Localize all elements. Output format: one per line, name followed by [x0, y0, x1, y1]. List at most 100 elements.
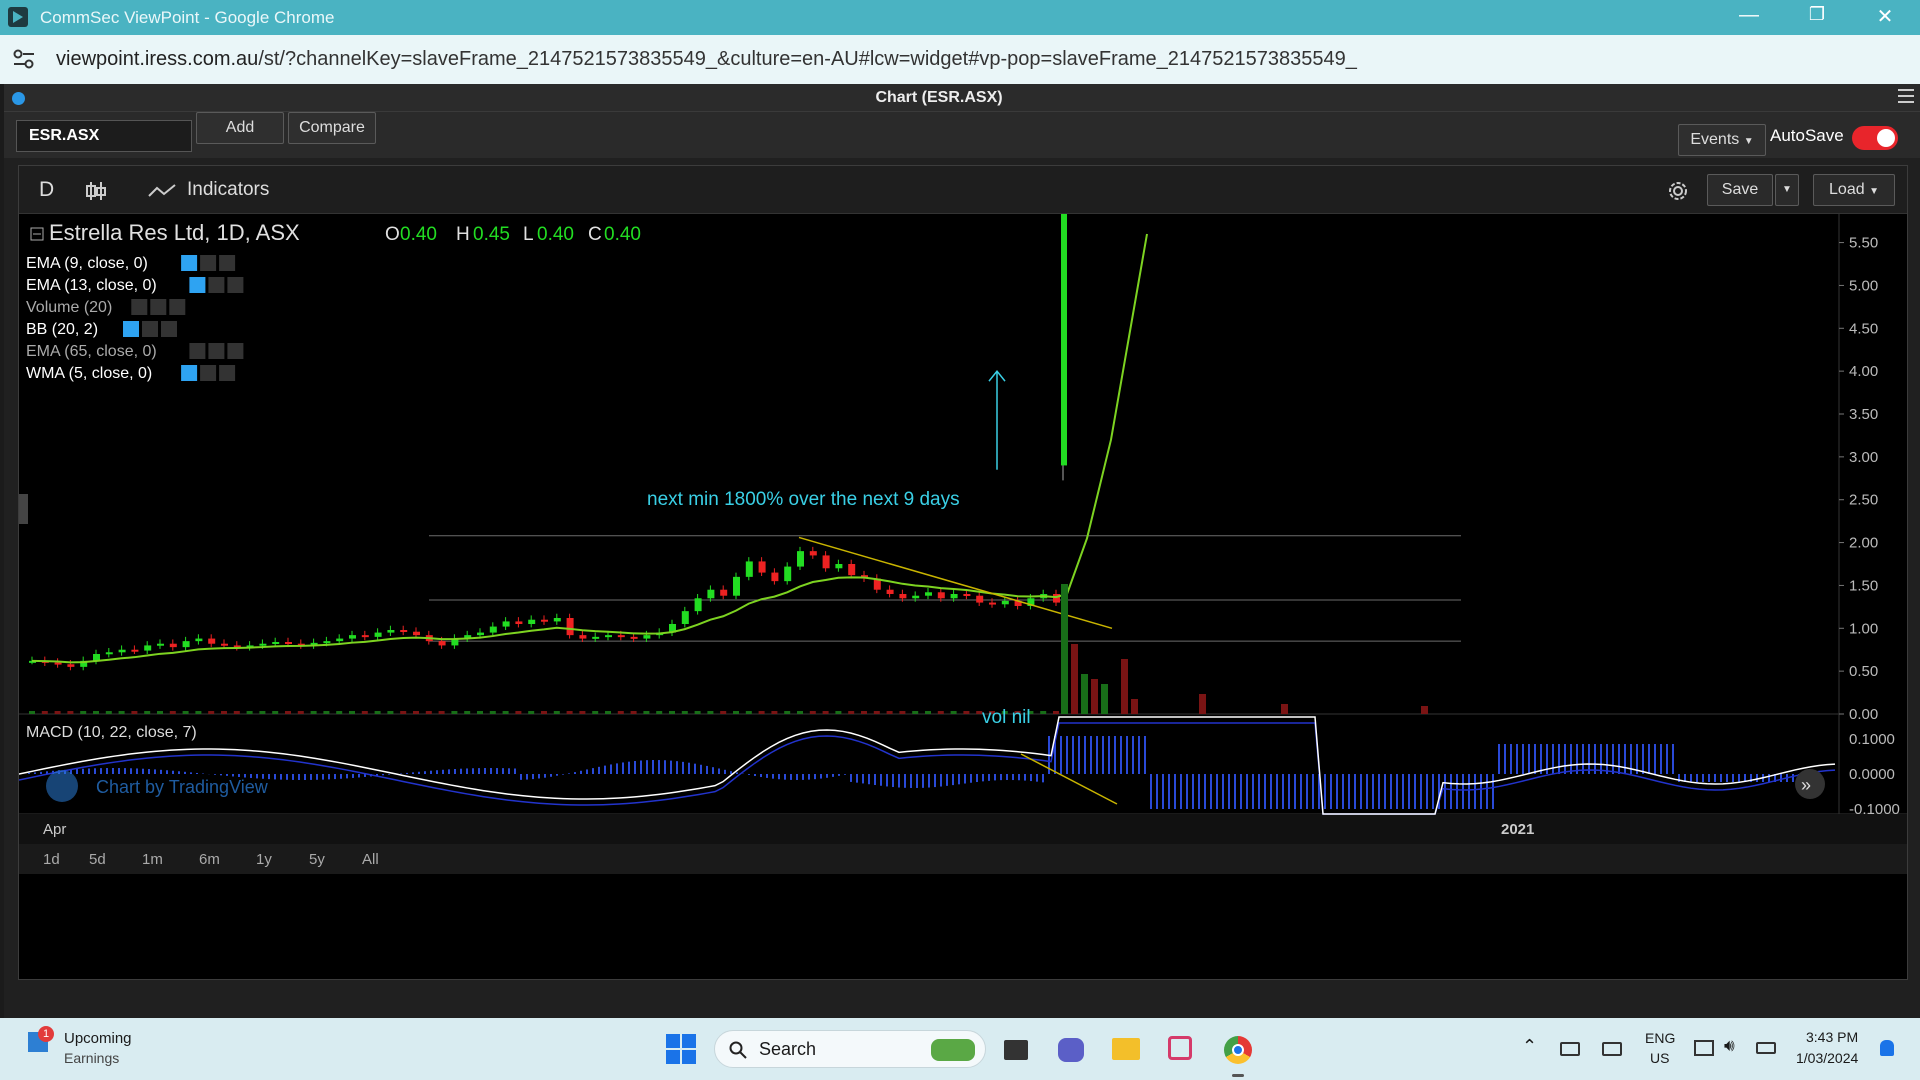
spike-candle [1061, 214, 1067, 466]
load-label: Load [1829, 181, 1865, 198]
volume-bar [1091, 679, 1098, 714]
price-tick-label: 0.00 [1849, 706, 1878, 723]
chevron-up-icon[interactable]: ⌃ [1522, 1036, 1537, 1057]
panel-menu-icon[interactable] [1898, 89, 1914, 103]
task-view-icon[interactable] [1004, 1040, 1028, 1060]
battery-icon[interactable] [1756, 1042, 1776, 1054]
pen-menu-icon[interactable] [1602, 1042, 1622, 1056]
indicator-legend-item[interactable]: WMA (5, close, 0) [26, 365, 236, 382]
load-dropdown[interactable]: Load ▼ [1813, 174, 1895, 206]
range-button-All[interactable]: All [362, 851, 379, 868]
candle [797, 551, 804, 567]
candle [118, 649, 126, 653]
remove-icon [219, 365, 236, 381]
chart-legend: Estrella Res Ltd, 1D, ASX O 0.40 H 0.45 … [26, 220, 641, 741]
indicator-legend-item[interactable]: EMA (65, close, 0) [26, 343, 244, 360]
volume-bar [515, 711, 522, 714]
volume-bar [873, 711, 880, 714]
candle [809, 551, 817, 556]
range-button-1m[interactable]: 1m [142, 851, 163, 868]
minimize-button[interactable]: — [1726, 4, 1772, 30]
candle [1001, 600, 1009, 605]
teams-icon[interactable] [1058, 1038, 1084, 1062]
language-label[interactable]: ENG [1645, 1030, 1675, 1046]
low-value: 0.40 [537, 224, 574, 245]
candle [361, 635, 369, 638]
volume-bar [566, 711, 573, 714]
restore-button[interactable]: ❐ [1794, 4, 1840, 30]
volume-bar [758, 711, 765, 714]
volume-bar [937, 711, 944, 714]
chart-style-icon[interactable] [85, 180, 107, 202]
events-dropdown[interactable]: Events ▼ [1678, 124, 1766, 156]
candle [387, 630, 395, 633]
indicators-button[interactable]: Indicators [187, 179, 269, 201]
volume-bar [1061, 584, 1068, 714]
indicator-legend-item[interactable]: EMA (13, close, 0) [26, 277, 244, 294]
volume-bar [733, 711, 739, 714]
candle [400, 630, 408, 632]
chrome-icon[interactable] [1224, 1036, 1252, 1064]
save-dropdown-button[interactable]: ▼ [1775, 174, 1799, 206]
site-settings-icon[interactable] [12, 48, 36, 70]
indicator-label: WMA (5, close, 0) [26, 365, 152, 382]
add-button[interactable]: Add [196, 112, 284, 144]
autosave-toggle[interactable] [1852, 126, 1898, 150]
close-button[interactable]: ✕ [1862, 4, 1908, 30]
search-icon [729, 1041, 747, 1059]
region-label: US [1650, 1050, 1670, 1066]
interval-button[interactable]: D [39, 178, 54, 202]
remove-icon [169, 299, 186, 315]
panel-header: Chart (ESR.ASX) [4, 84, 1920, 112]
symbol-input[interactable]: ESR.ASX [16, 120, 192, 152]
save-button[interactable]: Save [1707, 174, 1773, 206]
indicator-legend-item[interactable]: BB (20, 2) [26, 321, 177, 338]
price-tick-label: 4.00 [1849, 363, 1878, 380]
remove-icon [219, 255, 236, 271]
low-label: L [523, 224, 534, 245]
candle [784, 566, 792, 582]
volume-bar [477, 711, 483, 714]
display-icon[interactable] [1694, 1040, 1714, 1056]
volume-bar [707, 711, 714, 714]
indicator-legend-item[interactable]: Volume (20) [26, 299, 186, 316]
price-tick-label: 1.50 [1849, 577, 1878, 594]
volume-bar [861, 711, 867, 714]
indicators-icon[interactable] [147, 182, 177, 200]
clock-time[interactable]: 3:43 PM [1806, 1029, 1858, 1045]
address-bar: viewpoint.iress.com.au/st/?channelKey=sl… [0, 35, 1920, 84]
range-button-5y[interactable]: 5y [309, 851, 325, 868]
volume-bar [502, 711, 509, 714]
volume-icon[interactable]: 🔊︎ [1724, 1036, 1735, 1056]
indicator-legend-item[interactable]: EMA (9, close, 0) [26, 255, 236, 272]
candle [681, 611, 689, 624]
eye-icon [123, 321, 139, 337]
range-button-6m[interactable]: 6m [199, 851, 220, 868]
sidebar-expand-handle [19, 494, 28, 524]
candle [912, 595, 920, 599]
autosave-label: AutoSave [1770, 126, 1844, 145]
browser-title-bar: CommSec ViewPoint - Google Chrome — ❐ ✕ [0, 0, 1920, 35]
events-label: Events [1690, 131, 1740, 148]
scroll-right-button[interactable]: » [1795, 769, 1825, 799]
indicator-label: EMA (9, close, 0) [26, 255, 148, 272]
compare-button[interactable]: Compare [288, 112, 376, 144]
windows-start-icon[interactable] [666, 1034, 696, 1064]
price-chart[interactable]: 5.50 5.00 4.50 4.00 3.50 3.00 2.50 2.00 1.50 1.00… [19, 214, 1907, 979]
snipping-tool-icon[interactable] [1168, 1036, 1192, 1060]
gear-icon[interactable] [1665, 178, 1691, 204]
widget-title[interactable]: Upcoming [64, 1030, 132, 1047]
price-tick-label: 5.00 [1849, 277, 1878, 294]
tradingview-watermark[interactable]: Chart by TradingView [46, 770, 269, 802]
volume-bar [105, 711, 112, 714]
url-field[interactable]: viewpoint.iress.com.au/st/?channelKey=sl… [56, 48, 1357, 71]
keyboard-icon[interactable] [1560, 1042, 1580, 1056]
search-box[interactable]: Search [714, 1030, 986, 1068]
range-button-5d[interactable]: 5d [89, 851, 106, 868]
file-explorer-icon[interactable] [1112, 1038, 1140, 1060]
range-button-1y[interactable]: 1y [256, 851, 272, 868]
range-button-1d[interactable]: 1d [43, 851, 60, 868]
candle [502, 621, 510, 627]
notification-bell-icon[interactable] [1880, 1040, 1894, 1056]
volume-bar [617, 711, 624, 714]
